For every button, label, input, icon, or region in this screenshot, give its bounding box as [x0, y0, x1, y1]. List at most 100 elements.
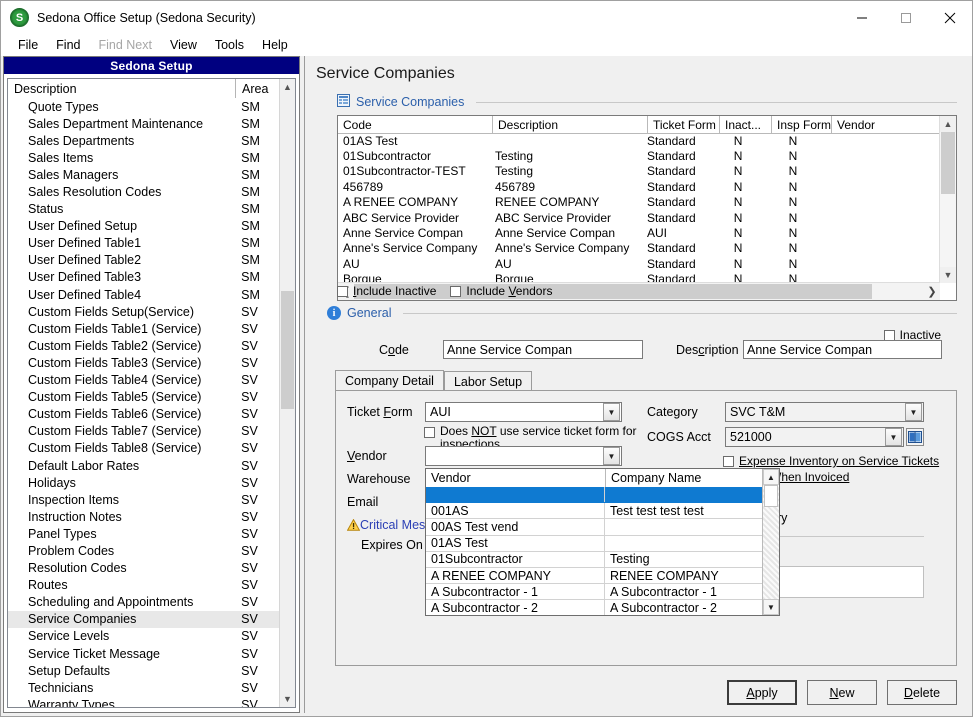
sidebar-item-custom-fields-table1-service[interactable]: Custom Fields Table1 (Service) SV [8, 320, 280, 337]
apply-button[interactable]: Apply [727, 680, 797, 705]
chevron-down-icon[interactable]: ▼ [603, 447, 620, 465]
checkbox-box[interactable] [337, 285, 348, 297]
list-item[interactable]: 001AS Test test test test [426, 503, 763, 520]
sidebar-item-routes[interactable]: Routes SV [8, 577, 280, 594]
sidebar-item-sales-items[interactable]: Sales Items SM [8, 149, 280, 166]
include-vendors-checkbox[interactable]: Include Vendors [450, 284, 552, 298]
ticket-form-select[interactable]: AUI ▼ [425, 402, 622, 422]
account-lookup-button[interactable] [906, 428, 924, 446]
sidebar-item-sales-departments[interactable]: Sales Departments SM [8, 132, 280, 149]
sidebar-item-custom-fields-table8-service[interactable]: Custom Fields Table8 (Service) SV [8, 440, 280, 457]
checkbox-box[interactable] [723, 455, 734, 467]
delete-button[interactable]: Delete [887, 680, 957, 705]
grid-scroll-right-icon[interactable]: ❯ [924, 285, 940, 298]
sidebar-item-resolution-codes[interactable]: Resolution Codes SV [8, 560, 280, 577]
sidebar-item-holidays[interactable]: Holidays SV [8, 474, 280, 491]
sidebar-item-warranty-types[interactable]: Warranty Types SV [8, 696, 280, 707]
sidebar-item-service-ticket-message[interactable]: Service Ticket Message SV [8, 645, 280, 662]
sidebar-item-custom-fields-table2-service[interactable]: Custom Fields Table2 (Service) SV [8, 337, 280, 354]
sidebar-item-service-companies[interactable]: Service Companies SV [8, 610, 280, 628]
grid-col-code[interactable]: Code [338, 116, 493, 133]
table-row[interactable]: Anne's Service Company Anne's Service Com… [338, 241, 940, 256]
sidebar-item-user-defined-table2[interactable]: User Defined Table2 SM [8, 252, 280, 269]
sidebar-scroll-thumb[interactable] [281, 291, 294, 409]
sidebar-item-inspection-items[interactable]: Inspection Items SV [8, 491, 280, 508]
sidebar-item-custom-fields-table6-service[interactable]: Custom Fields Table6 (Service) SV [8, 406, 280, 423]
list-item[interactable]: 01AS Test [426, 535, 763, 552]
table-row[interactable]: 01AS Test Standard N N [338, 133, 940, 148]
sidebar-item-user-defined-table1[interactable]: User Defined Table1 SM [8, 235, 280, 252]
chevron-down-icon[interactable]: ▼ [885, 428, 902, 446]
scroll-down-icon[interactable]: ▼ [280, 691, 295, 707]
chevron-down-icon[interactable]: ▼ [905, 403, 922, 421]
grid-col-ticket-form[interactable]: Ticket Form [648, 116, 720, 133]
description-input[interactable]: Anne Service Compan [743, 340, 942, 359]
vendor-dropdown-scrollbar[interactable]: ▲ ▼ [762, 469, 779, 615]
sidebar-item-quote-types[interactable]: Quote Types SM [8, 98, 280, 115]
sidebar-item-instruction-notes[interactable]: Instruction Notes SV [8, 508, 280, 525]
tab-labor-setup[interactable]: Labor Setup [443, 371, 533, 391]
sidebar-list[interactable]: Quote Types SM Sales Department Maintenanc… [8, 98, 280, 707]
table-row[interactable]: Anne Service Compan Anne Service Compan AU… [338, 225, 940, 240]
menu-tools[interactable]: Tools [206, 36, 253, 54]
grid-rows[interactable]: 01AS Test Standard N N 01Subcontractor Testin… [338, 133, 940, 283]
menu-find[interactable]: Find [47, 36, 89, 54]
grid-col-description[interactable]: Description [493, 116, 648, 133]
sidebar-item-setup-defaults[interactable]: Setup Defaults SV [8, 662, 280, 679]
table-row[interactable]: AU AU Standard N N [338, 256, 940, 271]
sidebar-item-sales-resolution-codes[interactable]: Sales Resolution Codes SM [8, 183, 280, 200]
list-item[interactable]: 00AS Test vend [426, 519, 763, 536]
sidebar-item-user-defined-setup[interactable]: User Defined Setup SM [8, 218, 280, 235]
sidebar-col-area[interactable]: Area [236, 79, 281, 98]
menu-help[interactable]: Help [253, 36, 297, 54]
table-row[interactable]: 456789 456789 Standard N N [338, 179, 940, 194]
service-companies-grid[interactable]: Code Description Ticket Form Inact... Insp F… [337, 115, 957, 301]
grid-scroll-up-icon[interactable]: ▲ [940, 116, 956, 132]
list-item[interactable]: A RENEE COMPANY RENEE COMPANY [426, 567, 763, 585]
chevron-down-icon[interactable]: ▼ [603, 403, 620, 421]
checkbox-box[interactable] [424, 427, 435, 438]
sidebar-item-technicians[interactable]: Technicians SV [8, 679, 280, 696]
scroll-up-icon[interactable]: ▲ [280, 79, 295, 95]
checkbox-box[interactable] [883, 329, 895, 341]
vendor-select[interactable]: ▼ [425, 446, 622, 466]
table-row[interactable]: ABC Service Provider ABC Service Provider… [338, 210, 940, 225]
code-input[interactable]: Anne Service Compan [443, 340, 643, 359]
sidebar-item-service-levels[interactable]: Service Levels SV [8, 628, 280, 645]
new-button[interactable]: New [807, 680, 877, 705]
sidebar-item-sales-managers[interactable]: Sales Managers SM [8, 166, 280, 183]
cogs-acct-select[interactable]: 521000 ▼ [725, 427, 904, 447]
dropdown-scroll-down-icon[interactable]: ▼ [763, 599, 779, 615]
category-select[interactable]: SVC T&M ▼ [725, 402, 924, 422]
close-button[interactable] [928, 1, 972, 34]
expense-inventory-checkbox[interactable]: Expense Inventory on Service Tickets [723, 454, 939, 468]
sidebar-item-custom-fields-table4-service[interactable]: Custom Fields Table4 (Service) SV [8, 372, 280, 389]
list-item[interactable]: A Subcontractor - 1 A Subcontractor - 1 [426, 584, 763, 601]
list-item[interactable] [426, 487, 763, 504]
sidebar-item-custom-fields-table3-service[interactable]: Custom Fields Table3 (Service) SV [8, 354, 280, 371]
table-row[interactable]: 01Subcontractor Testing Standard N N [338, 148, 940, 163]
sidebar-item-scheduling-and-appointments[interactable]: Scheduling and Appointments SV [8, 594, 280, 611]
checkbox-box[interactable] [450, 285, 462, 297]
list-item[interactable]: A Subcontractor - 2 A Subcontractor - 2 [426, 600, 763, 615]
dropdown-scroll-thumb[interactable] [764, 485, 778, 507]
critical-message-text[interactable]: Critical Mes [360, 518, 425, 532]
sidebar-item-custom-fields-setup-service[interactable]: Custom Fields Setup(Service) SV [8, 303, 280, 320]
list-item[interactable]: 01Subcontractor Testing [426, 551, 763, 568]
sidebar-item-problem-codes[interactable]: Problem Codes SV [8, 542, 280, 559]
sidebar-item-panel-types[interactable]: Panel Types SV [8, 525, 280, 542]
table-row[interactable]: 01Subcontractor-TEST Testing Standard N N [338, 164, 940, 179]
vendor-dropdown-list[interactable]: Vendor Company Name 001AS Test test test … [425, 468, 780, 616]
sidebar-item-custom-fields-table7-service[interactable]: Custom Fields Table7 (Service) SV [8, 423, 280, 440]
dropdown-scroll-up-icon[interactable]: ▲ [763, 469, 779, 485]
sidebar-item-status[interactable]: Status SM [8, 201, 280, 218]
menu-view[interactable]: View [161, 36, 206, 54]
table-row[interactable]: A RENEE COMPANY RENEE COMPANY Standard N N [338, 195, 940, 210]
tab-company-detail[interactable]: Company Detail [335, 370, 444, 391]
grid-col-vendor[interactable]: Vendor [832, 116, 952, 133]
notes-textarea[interactable] [770, 566, 924, 598]
minimize-button[interactable] [840, 1, 884, 34]
vendor-dropdown-rows[interactable]: 001AS Test test test test 00AS Test vend 01… [426, 487, 763, 615]
sidebar-item-user-defined-table3[interactable]: User Defined Table3 SM [8, 269, 280, 286]
sidebar-col-description[interactable]: Description [8, 79, 236, 98]
